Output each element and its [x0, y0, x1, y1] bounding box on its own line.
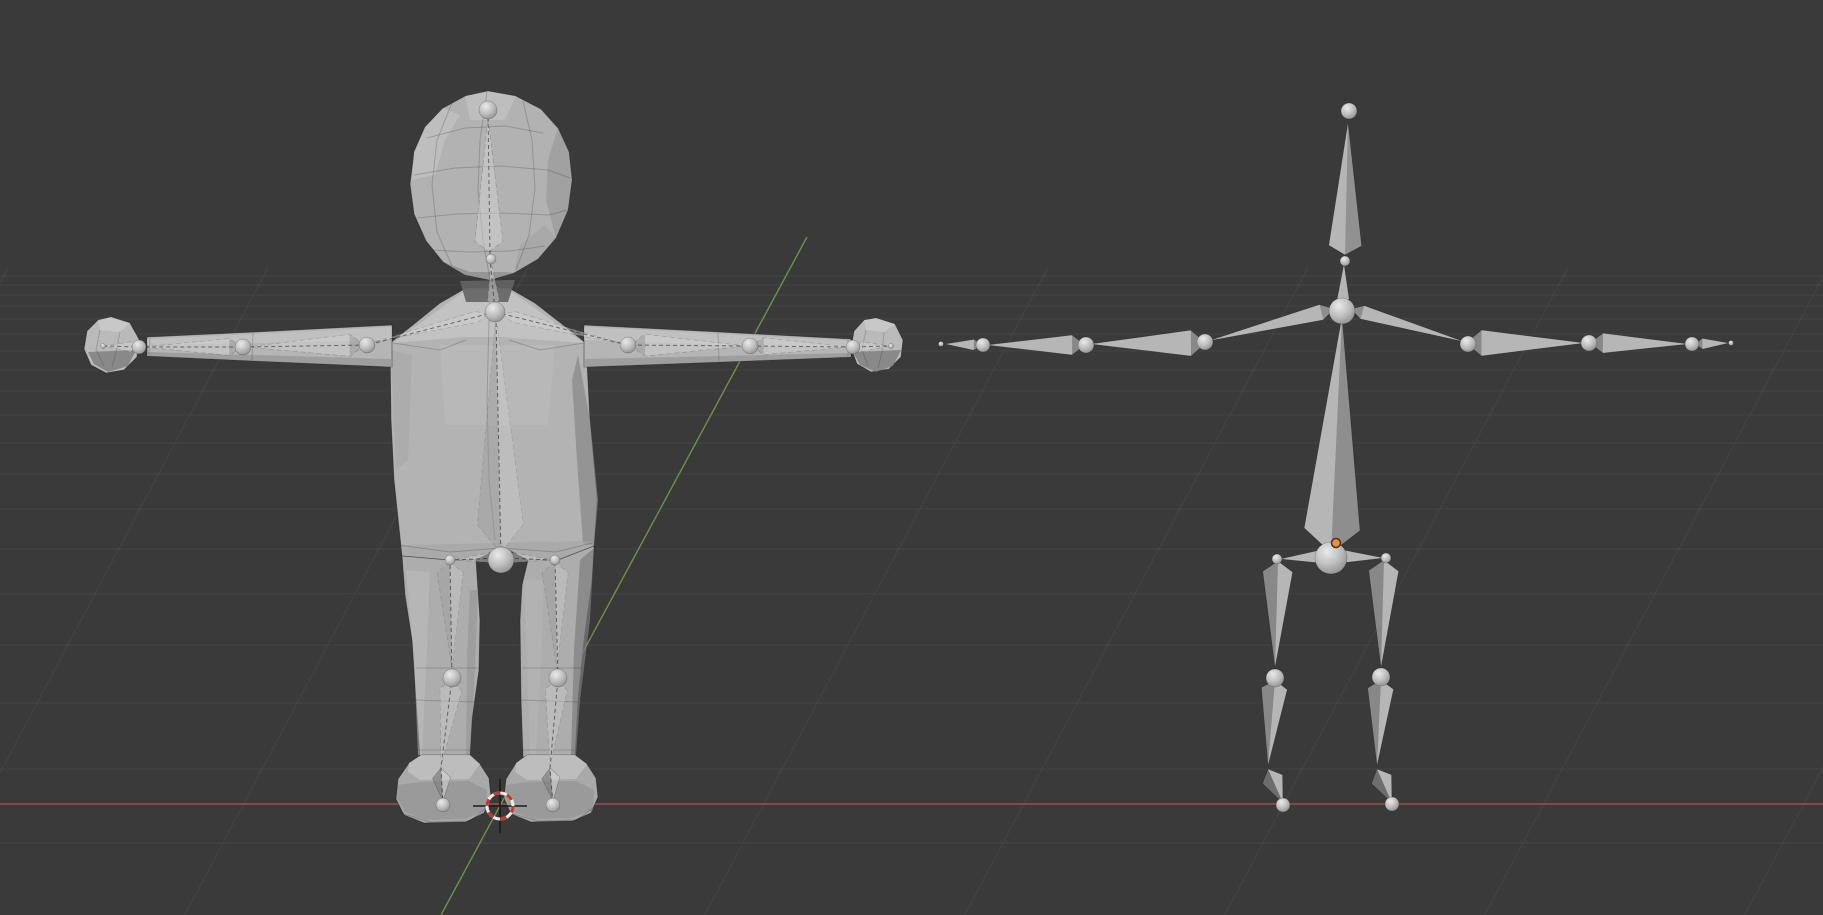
- blender-viewport-stage: [0, 0, 1823, 915]
- viewport-3d[interactable]: [0, 0, 1823, 915]
